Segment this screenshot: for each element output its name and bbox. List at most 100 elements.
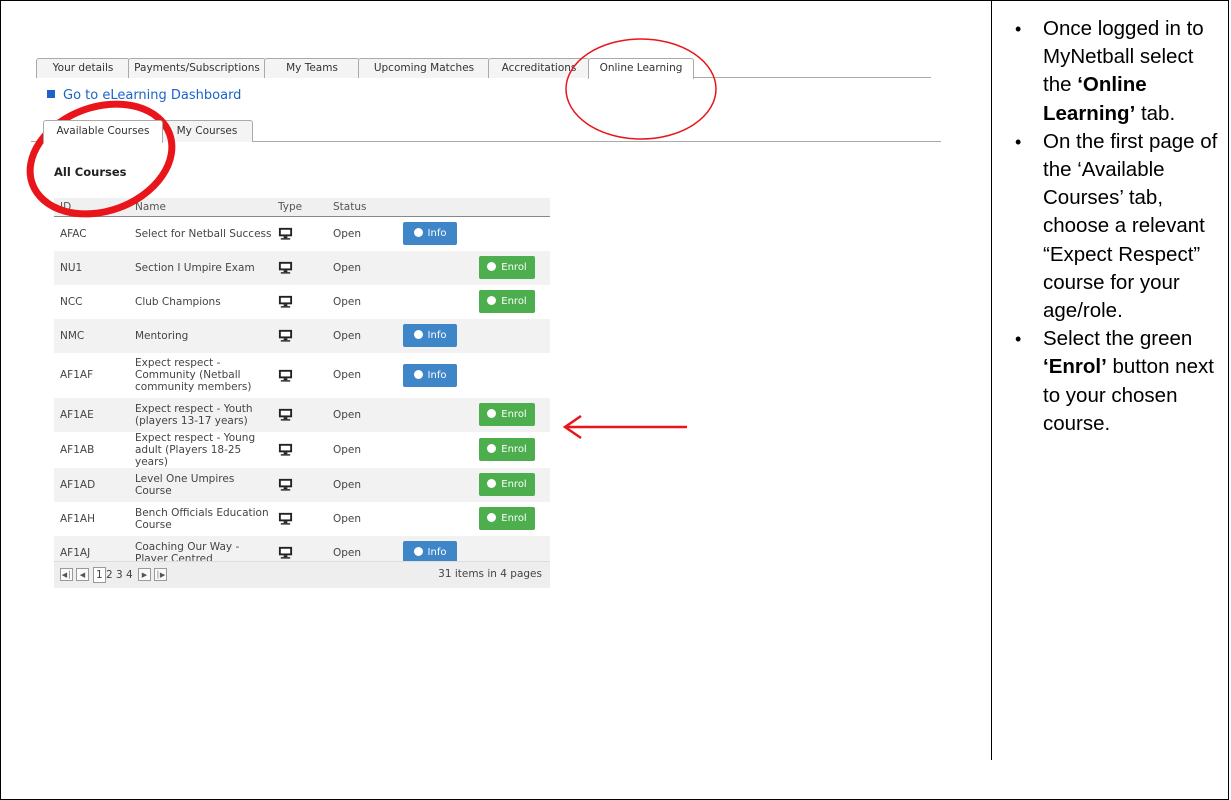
cell-status: Open — [327, 467, 397, 502]
tab-online-learning[interactable]: Online Learning — [588, 58, 694, 79]
enrol-button[interactable]: Enrol — [479, 473, 535, 496]
elearning-link-label: Go to eLearning Dashboard — [63, 88, 242, 103]
table-row: NMC Mentoring Open Info — [54, 318, 550, 353]
cell-id: AF1AB — [60, 443, 95, 456]
plus-circle-icon — [487, 262, 497, 271]
cell-id: AF1AD — [54, 467, 129, 502]
cell-status: Open — [333, 443, 362, 456]
tab-payments-subscriptions[interactable]: Payments/Subscriptions — [128, 58, 266, 78]
cell-status: Open — [333, 369, 362, 381]
monitor-icon — [278, 407, 293, 422]
section-title: All Courses — [54, 165, 127, 179]
cell-type — [272, 353, 327, 398]
monitor-icon — [278, 511, 293, 526]
cell-type — [272, 318, 327, 353]
plus-circle-icon — [487, 479, 497, 488]
cell-type — [272, 250, 327, 285]
cell-id: NU1 — [54, 250, 129, 285]
cell-id: AF1AF — [60, 369, 94, 381]
course-tab-bar: Available Courses My Courses — [31, 120, 941, 143]
monitor-icon — [278, 226, 293, 241]
last-page-button[interactable]: │▶ — [154, 568, 167, 581]
cell-type — [272, 397, 327, 432]
plus-circle-icon — [487, 409, 497, 418]
table-row: AFAC Select for Netball Success Open Info — [54, 217, 550, 251]
monitor-icon — [278, 442, 293, 457]
instruction-step-3: Select the green ‘Enrol’ button next to … — [1015, 325, 1225, 438]
instruction-list: Once logged in to MyNetball select the ‘… — [1015, 15, 1225, 438]
table-row: AF1AB Expect respect - Young adult (Playe… — [54, 432, 550, 468]
tab-my-courses[interactable]: My Courses — [161, 120, 253, 142]
monitor-icon — [278, 545, 293, 560]
cell-status: Open — [327, 250, 397, 285]
cell-name: Expect respect - Young adult (Players 18… — [135, 431, 256, 468]
column-header-id[interactable]: ID — [54, 198, 129, 217]
cell-status: Open — [333, 227, 362, 240]
enrol-button[interactable]: Enrol — [479, 438, 535, 461]
info-icon — [413, 369, 423, 379]
screenshot-panel: Your details Payments/Subscriptions My T… — [1, 1, 990, 760]
dashboard-icon — [47, 90, 55, 98]
info-button[interactable]: Info — [403, 222, 457, 246]
column-divider — [991, 0, 992, 760]
courses-table: ID Name Type Status AFAC Select for Netba… — [54, 198, 550, 570]
tab-accreditations[interactable]: Accreditations — [488, 58, 590, 78]
table-pager: ◀│ ◀ 1 2 3 4 ▶ │▶ 31 items in 4 pages — [54, 561, 550, 588]
cell-status: Open — [333, 295, 362, 308]
tab-my-teams[interactable]: My Teams — [264, 58, 360, 78]
cell-type — [272, 467, 327, 502]
enrol-button[interactable]: Enrol — [479, 290, 535, 313]
cell-id: AF1AH — [60, 512, 95, 525]
page-2-link[interactable]: 2 — [106, 568, 113, 582]
cell-name: Level One Umpires Course — [129, 467, 272, 502]
enrol-button[interactable]: Enrol — [479, 507, 535, 530]
first-page-button[interactable]: ◀│ — [60, 568, 73, 581]
prev-page-button[interactable]: ◀ — [76, 568, 89, 581]
table-row: AF1AE Expect respect - Youth (players 13-… — [54, 397, 550, 432]
instruction-step-2: On the first page of the ‘Available Cour… — [1015, 128, 1225, 325]
info-icon — [413, 547, 423, 556]
cell-type — [272, 285, 327, 319]
next-page-button[interactable]: ▶ — [138, 568, 151, 581]
page-3-link[interactable]: 3 — [116, 568, 123, 582]
cell-id: AF1AE — [54, 397, 129, 432]
enrol-button[interactable]: Enrol — [479, 256, 535, 279]
cell-status: Open — [327, 318, 397, 353]
page-1-link[interactable]: 1 — [93, 567, 106, 583]
monitor-icon — [278, 477, 293, 492]
info-icon — [413, 228, 423, 238]
table-row: NCC Club Champions Open Enrol — [54, 285, 550, 319]
elearning-dashboard-link[interactable]: Go to eLearning Dashboard — [47, 88, 241, 103]
pager-summary: 31 items in 4 pages — [438, 568, 542, 580]
cell-name: Club Champions — [135, 295, 221, 308]
table-row: AF1AD Level One Umpires Course Open Enrol — [54, 467, 550, 502]
column-header-status[interactable]: Status — [327, 198, 397, 217]
monitor-icon — [278, 328, 293, 343]
main-tab-bar: Your details Payments/Subscriptions My T… — [36, 58, 931, 79]
page-4-link[interactable]: 4 — [126, 568, 133, 582]
tab-your-details[interactable]: Your details — [36, 58, 130, 78]
info-icon — [413, 330, 423, 339]
cell-name: Expect respect - Youth (players 13-17 ye… — [129, 397, 272, 432]
tab-upcoming-matches[interactable]: Upcoming Matches — [358, 58, 490, 78]
table-row: AF1AH Bench Officials Education Course Ope… — [54, 502, 550, 536]
tab-available-courses[interactable]: Available Courses — [43, 120, 163, 143]
enrol-button[interactable]: Enrol — [479, 403, 535, 426]
cell-name: Select for Netball Success — [135, 227, 272, 240]
info-button[interactable]: Info — [403, 324, 457, 347]
plus-circle-icon — [487, 444, 497, 453]
info-button[interactable]: Info — [403, 363, 457, 387]
cell-status: Open — [333, 512, 362, 525]
cell-id: NCC — [60, 295, 83, 308]
cell-name: Expect respect - Community (Netball comm… — [135, 357, 252, 393]
instructions-panel: Once logged in to MyNetball select the ‘… — [1015, 15, 1225, 438]
cell-type — [272, 502, 327, 536]
cell-name: Mentoring — [129, 318, 272, 353]
plus-circle-icon — [487, 296, 497, 305]
cell-status: Open — [327, 397, 397, 432]
cell-name: Section I Umpire Exam — [129, 250, 272, 285]
cell-type — [272, 432, 327, 468]
column-header-name[interactable]: Name — [129, 198, 272, 217]
table-row: AF1AF Expect respect - Community (Netball… — [54, 353, 550, 398]
column-header-type[interactable]: Type — [272, 198, 327, 217]
